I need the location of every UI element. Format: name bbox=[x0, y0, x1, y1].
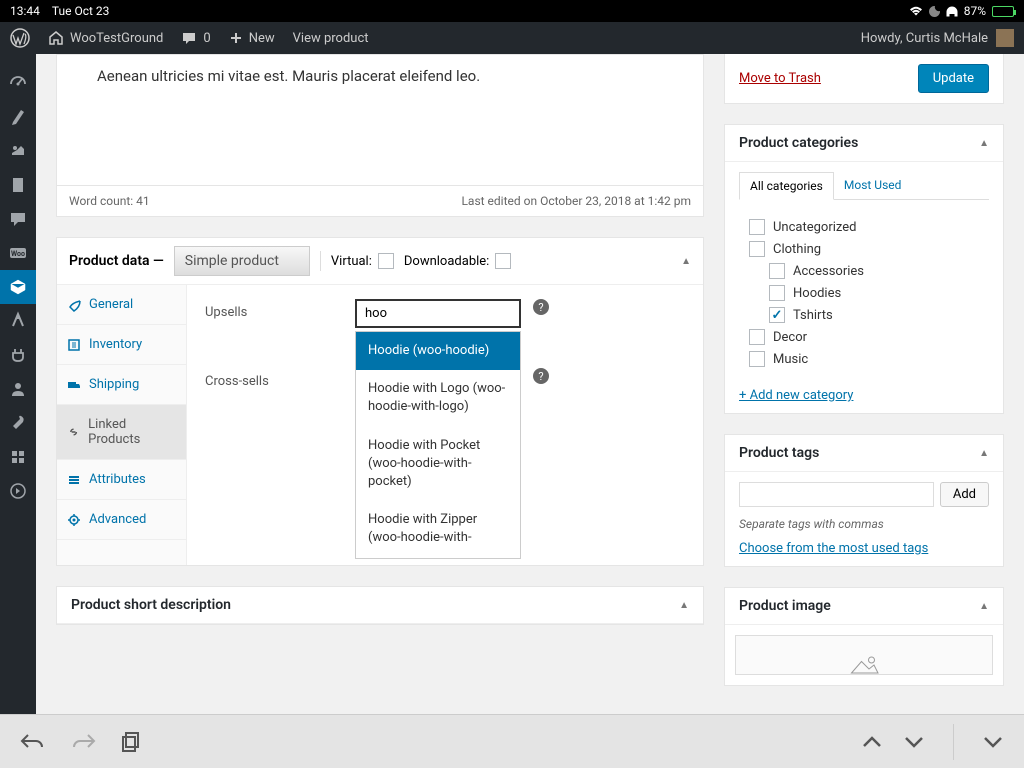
battery-percentage: 87% bbox=[964, 4, 986, 18]
wp-logo-icon[interactable] bbox=[10, 28, 30, 48]
publish-panel: Move to Trash Update bbox=[724, 54, 1004, 104]
tab-linked-products[interactable]: Linked Products bbox=[57, 405, 186, 460]
wp-admin-sidebar: Woo bbox=[0, 54, 36, 714]
comments-link[interactable]: 0 bbox=[181, 31, 210, 46]
wifi-icon bbox=[909, 6, 923, 17]
tab-attributes[interactable]: Attributes bbox=[57, 460, 186, 500]
chevron-up-icon[interactable] bbox=[861, 735, 883, 749]
word-count: Word count: 41 bbox=[69, 194, 150, 208]
cat-checkbox-tshirts[interactable]: ✓ bbox=[769, 307, 785, 323]
sidebar-products[interactable] bbox=[0, 270, 36, 304]
virtual-checkbox[interactable] bbox=[378, 253, 394, 269]
cat-checkbox-hoodies[interactable] bbox=[769, 285, 785, 301]
headphones-icon bbox=[946, 6, 958, 17]
add-tag-button[interactable]: Add bbox=[940, 482, 989, 507]
product-categories-panel: Product categories ▲ All categories Most… bbox=[724, 124, 1004, 414]
sidebar-appearance[interactable] bbox=[0, 304, 36, 338]
undo-icon[interactable] bbox=[20, 731, 46, 753]
wp-admin-toolbar: WooTestGround 0 New View product Howdy, … bbox=[0, 22, 1024, 54]
product-data-title: Product data — bbox=[69, 253, 164, 269]
last-edited: Last edited on October 23, 2018 at 1:42 … bbox=[461, 194, 691, 208]
downloadable-label: Downloadable: bbox=[404, 254, 489, 269]
panel-toggle-icon[interactable]: ▲ bbox=[979, 601, 989, 612]
sidebar-media[interactable] bbox=[0, 134, 36, 168]
panel-toggle-icon[interactable]: ▲ bbox=[679, 600, 689, 611]
virtual-label: Virtual: bbox=[331, 254, 372, 269]
view-product-link[interactable]: View product bbox=[293, 31, 369, 46]
product-data-panel: Product data — Simple product Virtual: D… bbox=[56, 237, 704, 566]
svg-text:Woo: Woo bbox=[11, 250, 25, 258]
new-link[interactable]: New bbox=[229, 31, 275, 46]
upsells-dropdown: Hoodie (woo-hoodie) Hoodie with Logo (wo… bbox=[355, 331, 521, 559]
help-icon[interactable]: ? bbox=[533, 299, 549, 315]
sidebar-collapse[interactable] bbox=[0, 474, 36, 508]
site-name-link[interactable]: WooTestGround bbox=[48, 31, 163, 46]
dropdown-option[interactable]: Hoodie with Pocket (woo-hoodie-with-pock… bbox=[356, 427, 520, 502]
tag-help-text: Separate tags with commas bbox=[739, 517, 989, 531]
avatar[interactable] bbox=[996, 29, 1014, 47]
panel-toggle-icon[interactable]: ▲ bbox=[681, 256, 691, 267]
status-date: Tue Oct 23 bbox=[52, 4, 110, 18]
panel-toggle-icon[interactable]: ▲ bbox=[979, 448, 989, 459]
howdy-text[interactable]: Howdy, Curtis McHale bbox=[861, 31, 988, 46]
upsells-search-input[interactable] bbox=[355, 299, 521, 328]
dropdown-option[interactable]: Hoodie with Zipper (woo-hoodie-with- bbox=[356, 501, 520, 557]
crosssells-label: Cross-sells bbox=[205, 368, 355, 389]
update-button[interactable]: Update bbox=[918, 64, 989, 93]
moon-icon bbox=[929, 6, 940, 17]
product-tags-panel: Product tags ▲ Add Separate tags with co… bbox=[724, 434, 1004, 567]
sidebar-tools[interactable] bbox=[0, 406, 36, 440]
add-new-category-link[interactable]: + Add new category bbox=[739, 388, 853, 403]
upsells-label: Upsells bbox=[205, 299, 355, 320]
cat-checkbox-clothing[interactable] bbox=[749, 241, 765, 257]
tab-all-categories[interactable]: All categories bbox=[739, 172, 834, 200]
product-type-select[interactable]: Simple product bbox=[174, 246, 310, 276]
cat-checkbox-accessories[interactable] bbox=[769, 263, 785, 279]
cat-checkbox-uncategorized[interactable] bbox=[749, 219, 765, 235]
chevron-down-icon[interactable] bbox=[903, 735, 925, 749]
tab-shipping[interactable]: Shipping bbox=[57, 365, 186, 405]
sidebar-pages[interactable] bbox=[0, 168, 36, 202]
dropdown-option[interactable]: Hoodie with Logo (woo-hoodie-with-logo) bbox=[356, 370, 520, 426]
sidebar-users[interactable] bbox=[0, 372, 36, 406]
tab-advanced[interactable]: Advanced bbox=[57, 500, 186, 540]
status-time: 13:44 bbox=[10, 4, 40, 18]
short-desc-title: Product short description bbox=[71, 597, 231, 613]
sidebar-settings[interactable] bbox=[0, 440, 36, 474]
tags-title: Product tags bbox=[739, 445, 819, 461]
product-image-title: Product image bbox=[739, 598, 831, 614]
product-image-placeholder[interactable] bbox=[735, 635, 993, 675]
sidebar-woocommerce[interactable]: Woo bbox=[0, 236, 36, 270]
cat-checkbox-decor[interactable] bbox=[749, 329, 765, 345]
redo-icon[interactable] bbox=[70, 731, 96, 753]
panel-toggle-icon[interactable]: ▲ bbox=[979, 138, 989, 149]
clipboard-icon[interactable] bbox=[120, 731, 142, 753]
ios-status-bar: 13:44 Tue Oct 23 87% bbox=[0, 0, 1024, 22]
product-image-panel: Product image ▲ bbox=[724, 587, 1004, 686]
sidebar-comments[interactable] bbox=[0, 202, 36, 236]
downloadable-checkbox[interactable] bbox=[495, 253, 511, 269]
move-to-trash-link[interactable]: Move to Trash bbox=[739, 71, 821, 86]
sidebar-posts[interactable] bbox=[0, 100, 36, 134]
help-icon[interactable]: ? bbox=[533, 368, 549, 384]
editor-content[interactable]: Aenean ultricies mi vitae est. Mauris pl… bbox=[57, 55, 703, 185]
cat-checkbox-music[interactable] bbox=[749, 351, 765, 367]
dropdown-option[interactable]: Hoodie (woo-hoodie) bbox=[356, 332, 520, 370]
tab-most-used[interactable]: Most Used bbox=[834, 172, 912, 199]
sidebar-dashboard[interactable] bbox=[0, 66, 36, 100]
tab-inventory[interactable]: Inventory bbox=[57, 325, 186, 365]
tab-general[interactable]: General bbox=[57, 285, 186, 325]
tag-input[interactable] bbox=[739, 482, 934, 507]
short-description-panel: Product short description ▲ bbox=[56, 586, 704, 625]
editor-box: Aenean ultricies mi vitae est. Mauris pl… bbox=[56, 54, 704, 217]
ipad-bottom-toolbar bbox=[0, 714, 1024, 768]
categories-title: Product categories bbox=[739, 135, 858, 151]
choose-tags-link[interactable]: Choose from the most used tags bbox=[739, 541, 928, 556]
battery-icon bbox=[992, 6, 1014, 17]
keyboard-dismiss-icon[interactable] bbox=[982, 735, 1004, 749]
sidebar-plugins[interactable] bbox=[0, 338, 36, 372]
